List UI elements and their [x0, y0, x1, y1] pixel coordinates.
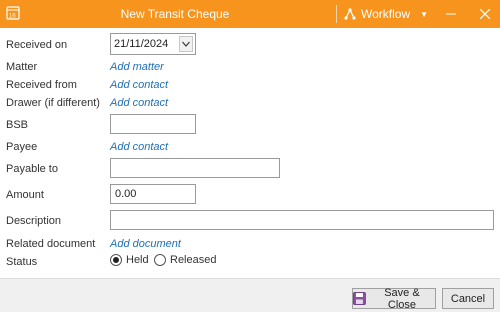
- add-received-from-contact-link[interactable]: Add contact: [110, 79, 168, 91]
- add-payee-contact-link[interactable]: Add contact: [110, 141, 168, 153]
- amount-label: Amount: [6, 189, 44, 201]
- payee-label: Payee: [6, 141, 38, 153]
- minimize-icon: [446, 13, 456, 15]
- status-label: Status: [6, 256, 38, 268]
- status-released-label: Released: [170, 254, 217, 266]
- chevron-down-icon: ▼: [420, 9, 429, 19]
- drawer-label: Drawer (if different): [6, 97, 100, 109]
- save-and-close-label: Save & Close: [384, 286, 420, 311]
- workflow-menu[interactable]: Workflow ▼: [343, 6, 428, 22]
- add-document-link[interactable]: Add document: [110, 238, 181, 250]
- save-and-close-button[interactable]: Save & Close: [352, 286, 436, 311]
- status-held-label: Held: [126, 254, 149, 266]
- payable-to-input[interactable]: [110, 158, 280, 178]
- related-document-label: Related document: [6, 238, 96, 250]
- description-input[interactable]: [110, 210, 494, 230]
- status-released-radio[interactable]: Released: [154, 254, 216, 266]
- received-on-datepicker[interactable]: [110, 33, 196, 55]
- received-on-label: Received on: [6, 39, 68, 51]
- dialog-footer: Save & Close Cancel: [0, 278, 500, 312]
- matter-label: Matter: [6, 61, 38, 73]
- add-matter-link[interactable]: Add matter: [110, 61, 164, 73]
- radio-checked-icon[interactable]: [110, 254, 122, 266]
- title-separator: [336, 5, 337, 23]
- payable-to-label: Payable to: [6, 163, 58, 175]
- add-drawer-contact-link[interactable]: Add contact: [110, 97, 168, 109]
- amount-input[interactable]: [110, 184, 196, 204]
- title-bar: 16 New Transit Cheque Workflow ▼: [0, 0, 500, 28]
- description-label: Description: [6, 215, 62, 227]
- save-icon: [353, 292, 366, 305]
- close-icon: [480, 9, 490, 19]
- window-title: New Transit Cheque: [120, 7, 230, 21]
- cancel-button[interactable]: Cancel: [442, 288, 494, 309]
- received-from-label: Received from: [6, 79, 77, 91]
- chevron-down-icon: [182, 41, 190, 47]
- radio-unchecked-icon[interactable]: [154, 254, 166, 266]
- minimize-button[interactable]: [440, 4, 462, 24]
- date-dropdown-button[interactable]: [179, 36, 193, 52]
- bsb-label: BSB: [6, 119, 29, 131]
- bsb-input[interactable]: [110, 114, 196, 134]
- status-held-radio[interactable]: Held: [110, 254, 149, 266]
- close-button[interactable]: [474, 4, 496, 24]
- received-on-input[interactable]: [111, 34, 177, 54]
- workflow-label: Workflow: [361, 7, 411, 21]
- workflow-icon: [344, 8, 356, 20]
